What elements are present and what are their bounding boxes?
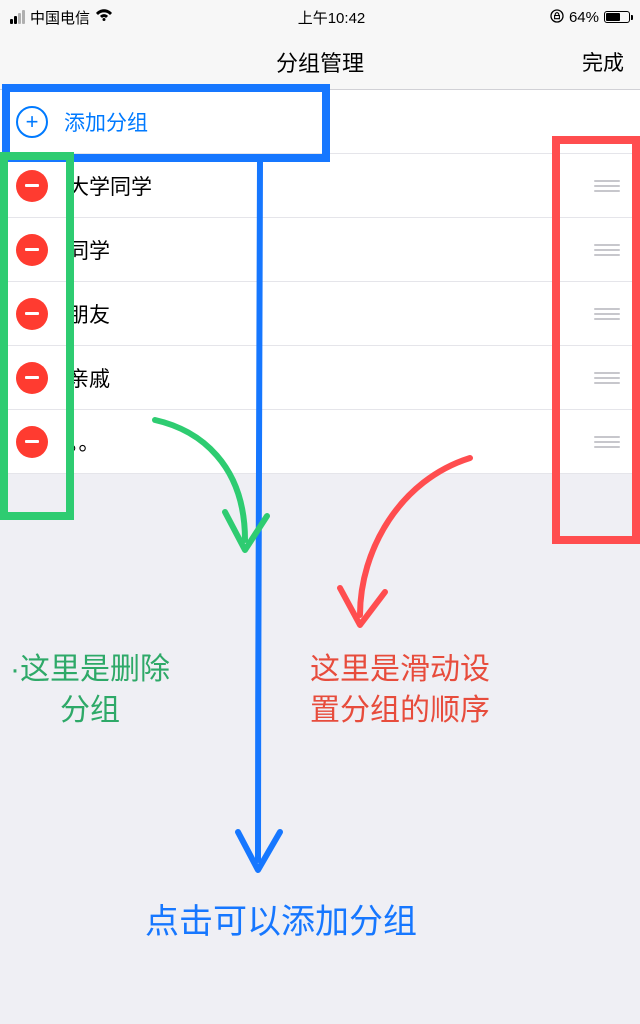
plus-icon: + bbox=[16, 106, 48, 138]
carrier-label: 中国电信 bbox=[30, 7, 90, 28]
anno-drag-text: 这里是滑动设 置分组的顺序 bbox=[310, 650, 490, 731]
drag-handle-icon[interactable] bbox=[594, 372, 620, 384]
group-label: 。。 bbox=[68, 427, 594, 457]
drag-handle-icon[interactable] bbox=[594, 244, 620, 256]
battery-icon bbox=[604, 11, 630, 23]
drag-handle-icon[interactable] bbox=[594, 436, 620, 448]
drag-handle-icon[interactable] bbox=[594, 308, 620, 320]
status-right: 64% bbox=[550, 9, 630, 26]
lock-icon bbox=[550, 9, 564, 26]
group-label: 大学同学 bbox=[68, 171, 594, 201]
group-label: 同学 bbox=[68, 235, 594, 265]
status-left: 中国电信 bbox=[10, 7, 113, 28]
wifi-icon bbox=[95, 8, 113, 27]
add-group-label: 添加分组 bbox=[64, 107, 148, 137]
delete-button[interactable] bbox=[16, 298, 48, 330]
anno-red-arrow bbox=[360, 458, 470, 615]
anno-add-text: 点击可以添加分组 bbox=[145, 900, 417, 946]
group-row: 大学同学 bbox=[0, 154, 640, 218]
delete-button[interactable] bbox=[16, 426, 48, 458]
group-row: 亲戚 bbox=[0, 346, 640, 410]
signal-icon bbox=[10, 10, 25, 24]
anno-delete-text: ·这里是删除 分组 bbox=[10, 650, 170, 731]
done-button[interactable]: 完成 bbox=[582, 47, 624, 77]
add-group-row[interactable]: + 添加分组 bbox=[0, 90, 640, 154]
group-list: + 添加分组 大学同学 同学 朋友 亲戚 。。 bbox=[0, 90, 640, 474]
delete-button[interactable] bbox=[16, 234, 48, 266]
group-row: 同学 bbox=[0, 218, 640, 282]
status-bar: 中国电信 上午10:42 64% bbox=[0, 0, 640, 34]
delete-button[interactable] bbox=[16, 362, 48, 394]
nav-bar: 分组管理 完成 bbox=[0, 34, 640, 90]
page-title: 分组管理 bbox=[276, 46, 364, 78]
group-row: 朋友 bbox=[0, 282, 640, 346]
group-label: 朋友 bbox=[68, 299, 594, 329]
group-label: 亲戚 bbox=[68, 363, 594, 393]
status-time: 上午10:42 bbox=[298, 7, 366, 28]
drag-handle-icon[interactable] bbox=[594, 180, 620, 192]
group-row: 。。 bbox=[0, 410, 640, 474]
battery-pct-label: 64% bbox=[569, 9, 599, 26]
delete-button[interactable] bbox=[16, 170, 48, 202]
